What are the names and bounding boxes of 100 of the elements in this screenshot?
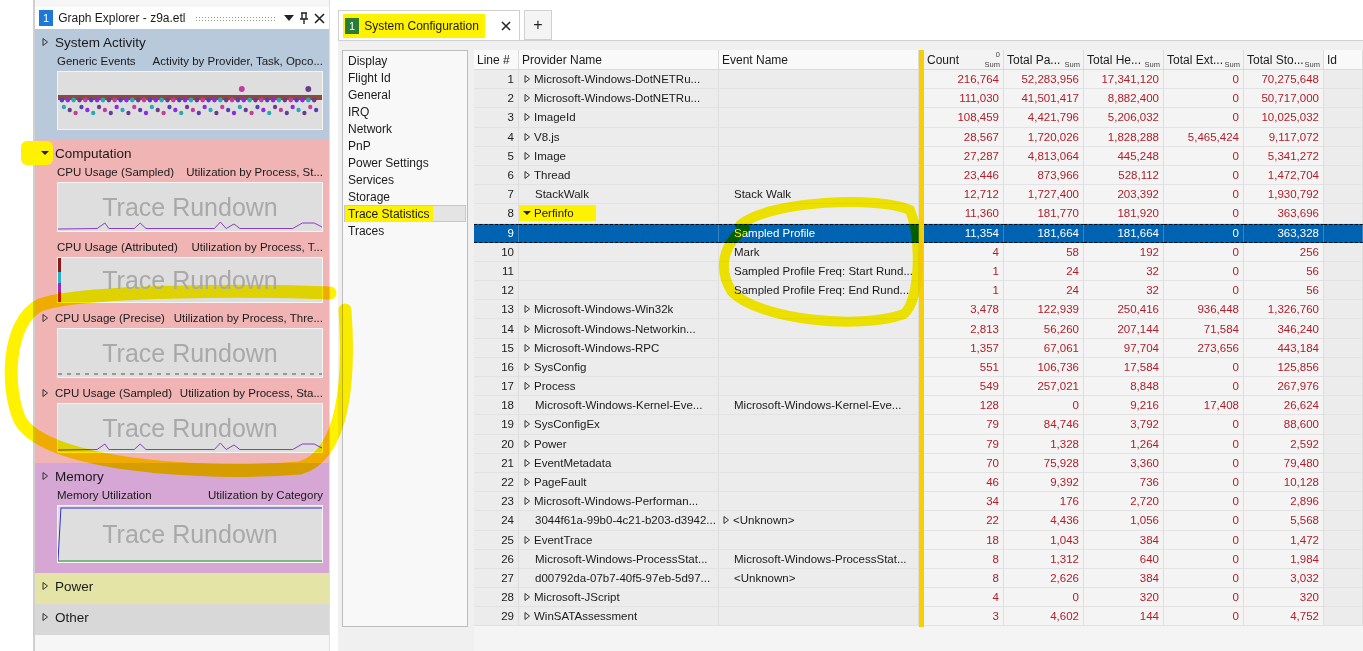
category-item[interactable]: Flight Id bbox=[344, 69, 466, 86]
column-header[interactable]: Provider Name bbox=[519, 50, 719, 70]
expander-icon[interactable] bbox=[41, 582, 49, 590]
table-cell: 10,025,032 bbox=[1244, 108, 1324, 128]
graph-subtitle: Utilization by Process, Thre... bbox=[173, 311, 323, 324]
group-title[interactable]: Power bbox=[55, 578, 94, 594]
column-header[interactable]: Line # bbox=[474, 50, 519, 70]
expander-icon[interactable] bbox=[523, 593, 531, 602]
event-name: Sampled Profile Freq: End Rund... bbox=[734, 284, 910, 297]
expander-icon[interactable] bbox=[41, 613, 49, 621]
expander-icon[interactable] bbox=[523, 458, 531, 467]
table-cell: 67,061 bbox=[1004, 338, 1084, 358]
table-cell: 0 bbox=[1164, 472, 1244, 493]
event-name: <Unknown> bbox=[733, 514, 795, 527]
expander-icon[interactable] bbox=[523, 75, 531, 84]
expander-icon[interactable] bbox=[523, 362, 531, 371]
expander-icon[interactable] bbox=[523, 420, 531, 429]
provider-name: Microsoft-JScript bbox=[534, 591, 620, 604]
expander-icon[interactable] bbox=[41, 388, 49, 397]
table-cell: 1,984 bbox=[1244, 549, 1324, 569]
graph-title[interactable]: CPU Usage (Sampled) bbox=[57, 165, 174, 178]
table-cell: 0 bbox=[1164, 165, 1244, 186]
table-cell: 640 bbox=[1084, 549, 1164, 569]
expander-icon[interactable] bbox=[523, 171, 531, 180]
expander-icon[interactable] bbox=[523, 151, 531, 160]
expander-icon[interactable] bbox=[523, 535, 531, 544]
expander-icon[interactable] bbox=[41, 149, 49, 157]
table-cell: 0 bbox=[1164, 70, 1244, 90]
graph-title[interactable]: CPU Usage (Sampled) bbox=[55, 386, 172, 399]
table-cell: 549 bbox=[924, 377, 1004, 397]
expander-icon[interactable] bbox=[523, 305, 531, 314]
expander-icon[interactable] bbox=[523, 209, 531, 218]
table-cell: 71,584 bbox=[1164, 319, 1244, 339]
column-header[interactable]: Event Name bbox=[719, 50, 919, 70]
table-cell: 0 bbox=[1164, 223, 1244, 243]
expander-icon[interactable] bbox=[722, 516, 730, 525]
pin-icon[interactable] bbox=[299, 12, 309, 24]
table-cell bbox=[1324, 70, 1363, 90]
category-item[interactable]: Traces bbox=[344, 222, 466, 239]
provider-name: ImageId bbox=[534, 111, 576, 124]
table-cell: 28,567 bbox=[924, 127, 1004, 147]
close-icon[interactable] bbox=[314, 12, 325, 24]
table-cell: 181,920 bbox=[1084, 204, 1164, 224]
line-number: 1 bbox=[474, 70, 519, 90]
category-item[interactable]: Power Settings bbox=[344, 154, 466, 171]
close-icon[interactable] bbox=[500, 20, 511, 31]
tab[interactable]: 1 System Configuration bbox=[338, 10, 520, 40]
expander-icon[interactable] bbox=[41, 313, 49, 322]
table-cell: 1,264 bbox=[1084, 434, 1164, 454]
table-cell: 207,144 bbox=[1084, 319, 1164, 339]
graph-title[interactable]: Memory Utilization bbox=[57, 488, 152, 501]
dropdown-icon[interactable] bbox=[284, 15, 294, 21]
expander-icon[interactable] bbox=[41, 38, 49, 46]
category-item[interactable]: Storage bbox=[344, 188, 466, 205]
expander-icon[interactable] bbox=[523, 439, 531, 448]
expander-icon[interactable] bbox=[523, 132, 531, 141]
graph-preview[interactable] bbox=[57, 71, 323, 130]
provider-name: Microsoft-Windows-ProcessStat... bbox=[535, 552, 708, 565]
table-cell: 11,354 bbox=[924, 223, 1004, 243]
expander-icon[interactable] bbox=[523, 497, 531, 506]
provider-name: Microsoft-Windows-Kernel-Eve... bbox=[535, 399, 703, 412]
table-cell: 551 bbox=[924, 357, 1004, 377]
table-cell: 22 bbox=[924, 511, 1004, 531]
table-cell: 144 bbox=[1084, 607, 1164, 627]
category-item[interactable]: General bbox=[344, 86, 466, 103]
table-cell: 181,664 bbox=[1004, 223, 1084, 243]
event-name: <Unknown> bbox=[734, 571, 796, 584]
category-item[interactable]: Network bbox=[344, 120, 466, 137]
group-title[interactable]: System Activity bbox=[55, 34, 146, 50]
category-item[interactable]: IRQ bbox=[344, 103, 466, 120]
column-header[interactable]: Id bbox=[1324, 50, 1363, 70]
group-title[interactable]: Other bbox=[55, 609, 89, 625]
graph-title[interactable]: Generic Events bbox=[57, 54, 136, 67]
table-cell: 23,446 bbox=[924, 165, 1004, 186]
expander-icon[interactable] bbox=[523, 113, 531, 122]
category-item[interactable]: Trace Statistics bbox=[344, 205, 466, 222]
graph-title[interactable]: CPU Usage (Precise) bbox=[55, 311, 165, 324]
category-item[interactable]: PnP bbox=[344, 137, 466, 154]
event-name: Mark bbox=[734, 245, 760, 258]
group-title[interactable]: Memory bbox=[55, 468, 104, 484]
category-item[interactable]: Display bbox=[344, 52, 466, 69]
new-tab-button[interactable]: + bbox=[523, 10, 552, 40]
expander-icon[interactable] bbox=[523, 382, 531, 391]
table-cell: 56,260 bbox=[1004, 319, 1084, 339]
graph-title[interactable]: CPU Usage (Attributed) bbox=[57, 240, 178, 253]
table-cell: 1,326,760 bbox=[1244, 300, 1324, 320]
expander-icon[interactable] bbox=[523, 324, 531, 333]
table-cell: 257,021 bbox=[1004, 377, 1084, 397]
table-cell: 0 bbox=[1164, 281, 1244, 301]
line-number: 19 bbox=[474, 415, 519, 435]
line-number: 8 bbox=[474, 204, 519, 224]
expander-icon[interactable] bbox=[523, 478, 531, 487]
expander-icon[interactable] bbox=[523, 94, 531, 103]
table-cell: 11,360 bbox=[924, 204, 1004, 224]
table-cell: 0 bbox=[1164, 377, 1244, 397]
table-cell: 1,930,792 bbox=[1244, 185, 1324, 205]
expander-icon[interactable] bbox=[523, 612, 531, 621]
expander-icon[interactable] bbox=[523, 343, 531, 352]
category-item[interactable]: Services bbox=[344, 171, 466, 188]
group-title[interactable]: Computation bbox=[55, 145, 132, 161]
